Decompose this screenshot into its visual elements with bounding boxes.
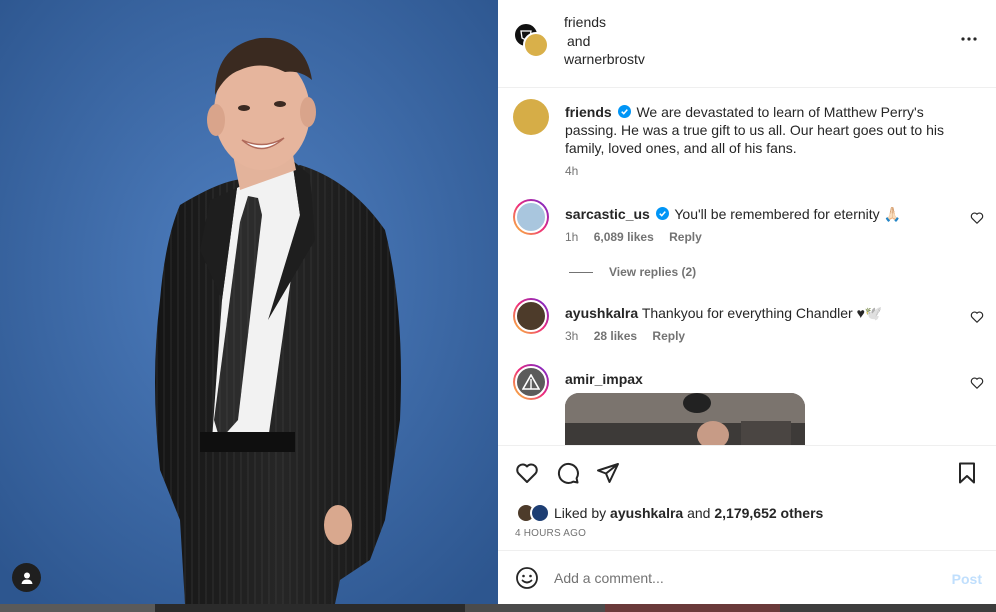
comment-text: You'll be remembered for eternity 🙏🏻	[674, 206, 901, 222]
likes-count[interactable]: 2,179,652 others	[714, 505, 823, 521]
likes-joiner: and	[687, 505, 711, 521]
friends-avatar[interactable]	[523, 32, 549, 58]
sarcastic-us-avatar[interactable]	[513, 199, 549, 235]
more-options-icon[interactable]	[960, 30, 978, 48]
post-actions: Liked by ayushkalra and 2,179,652 others…	[498, 445, 996, 549]
friends-caption-avatar[interactable]	[513, 99, 549, 135]
verified-badge-icon	[655, 207, 669, 220]
verified-badge-icon	[617, 105, 631, 118]
comment-gif-media[interactable]	[565, 393, 805, 445]
user-tag-icon[interactable]	[12, 563, 41, 592]
post-header: friends and warnerbrostv	[498, 0, 996, 88]
reply-button[interactable]: Reply	[652, 329, 685, 343]
comment-time: 1h	[565, 230, 579, 244]
post-photo-image	[0, 0, 498, 604]
ayushkalra-avatar[interactable]	[513, 298, 549, 334]
emoji-icon[interactable]	[515, 566, 539, 590]
post-button[interactable]: Post	[952, 571, 982, 587]
header-joiner: and	[567, 32, 591, 49]
header-account1[interactable]: friends	[564, 13, 645, 32]
background-thumbnails-strip	[0, 604, 996, 612]
caption-username[interactable]: friends	[565, 104, 612, 120]
comment-time: 3h	[565, 329, 579, 343]
post-details-panel: friends and warnerbrostv friends We are …	[498, 0, 996, 604]
comment-username[interactable]: sarcastic_us	[565, 206, 650, 222]
comment-username[interactable]: ayushkalra	[565, 305, 638, 321]
liker-avatar	[530, 503, 550, 523]
collab-names: friends and warnerbrostv	[564, 13, 645, 69]
comment-composer: Post	[498, 550, 996, 604]
likes-summary[interactable]: Liked by ayushkalra and 2,179,652 others	[516, 503, 823, 523]
comment-like-heart-icon[interactable]	[970, 211, 984, 225]
comments-list[interactable]: friends We are devastated to learn of Ma…	[498, 89, 996, 445]
comment-like-heart-icon[interactable]	[970, 376, 984, 390]
comment-like-heart-icon[interactable]	[970, 310, 984, 324]
collab-avatars[interactable]	[513, 22, 549, 58]
comment-icon[interactable]	[556, 461, 580, 485]
share-icon[interactable]	[596, 461, 620, 485]
post-timestamp[interactable]: 4 HOURS AGO	[515, 528, 586, 539]
comment-likes[interactable]: 28 likes	[594, 329, 637, 343]
view-replies-button[interactable]: View replies (2)	[569, 265, 696, 279]
comment-input[interactable]	[554, 566, 934, 590]
header-account2[interactable]: warnerbrostv	[564, 50, 645, 69]
likes-liker[interactable]: ayushkalra	[610, 505, 683, 521]
post-photo[interactable]	[0, 0, 498, 604]
amir-impax-avatar[interactable]	[513, 364, 549, 400]
comment-username[interactable]: amir_impax	[565, 371, 643, 387]
reply-button[interactable]: Reply	[669, 230, 702, 244]
comment-likes[interactable]: 6,089 likes	[594, 230, 654, 244]
bookmark-icon[interactable]	[955, 461, 979, 485]
heart-icon[interactable]	[515, 461, 539, 485]
caption-time: 4h	[565, 164, 579, 178]
likes-prefix: Liked by	[554, 505, 607, 521]
comment-text: Thankyou for everything Chandler ♥🕊️	[641, 305, 883, 321]
